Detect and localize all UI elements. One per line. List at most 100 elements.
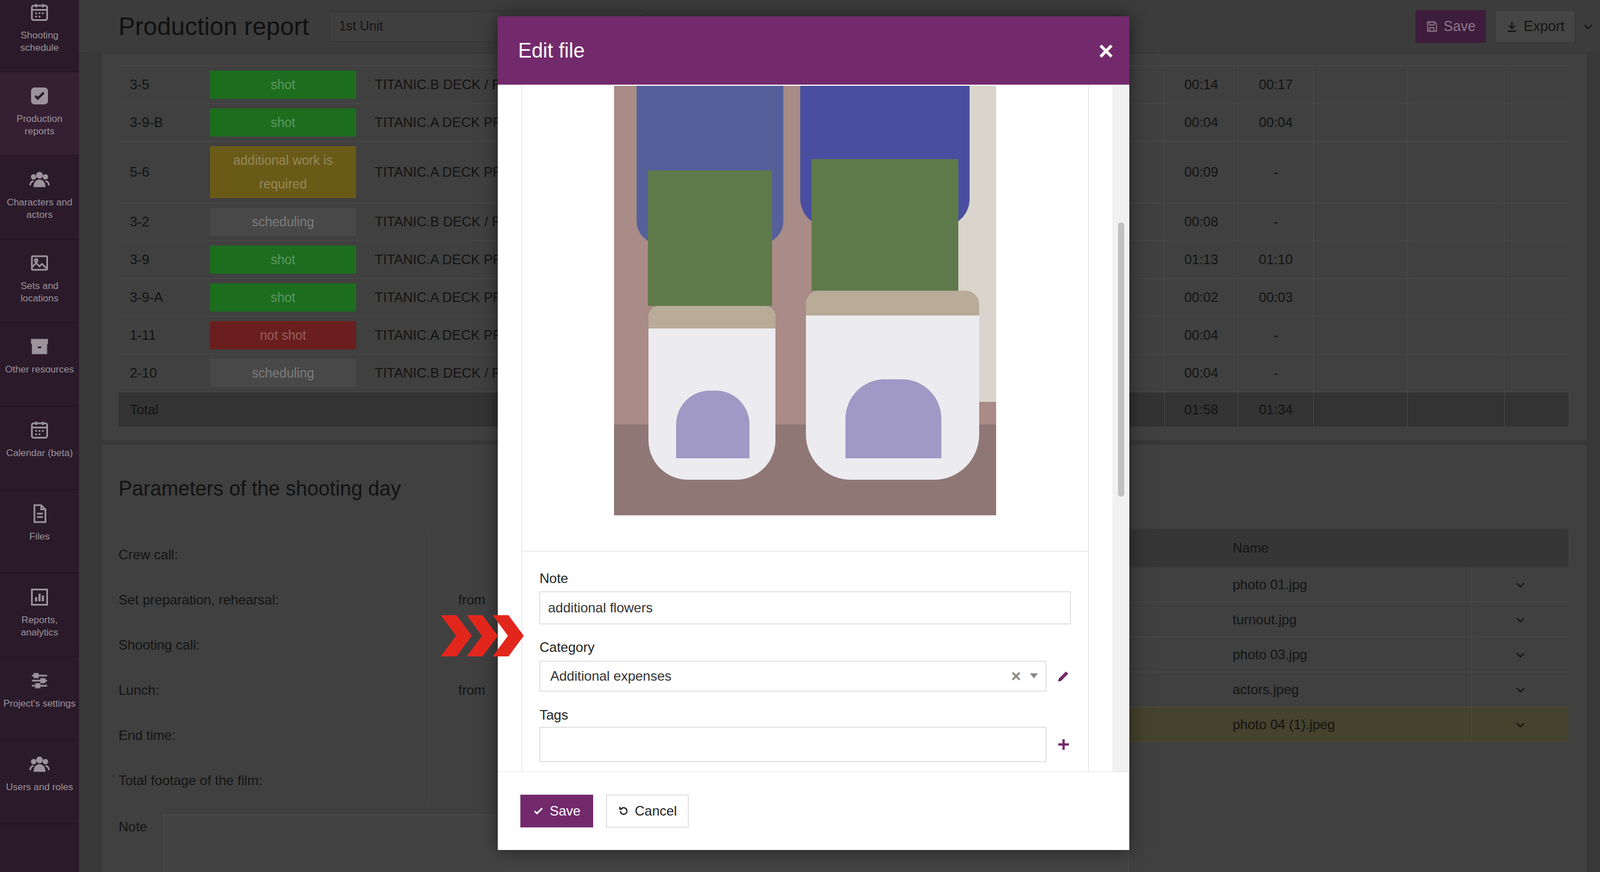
files-table: Name photo 01.jpgturnout.jpgphoto 03.jpg… xyxy=(1128,444,1569,872)
chevron-down-icon[interactable] xyxy=(1514,613,1527,626)
export-label: Export xyxy=(1523,15,1565,38)
sidebar-item[interactable]: Reports, analytics xyxy=(0,573,80,657)
modal-header: Edit file × xyxy=(497,16,1130,85)
save-button[interactable]: Save xyxy=(520,794,594,828)
sidebar: Shooting schedule Production reports Chara… xyxy=(0,0,80,872)
sidebar-label: Users and roles xyxy=(3,781,76,794)
empty-cell xyxy=(1504,392,1569,427)
file-row[interactable]: photo 01.jpg xyxy=(1128,567,1569,603)
people-icon xyxy=(29,754,50,775)
sidebar-item[interactable]: Shooting schedule xyxy=(0,0,80,73)
status-badge[interactable]: not shot xyxy=(209,321,357,350)
time-cell: 00:08 xyxy=(1164,203,1238,241)
toggle-cell xyxy=(1471,637,1569,672)
status-badge[interactable]: shot xyxy=(209,108,357,137)
status-badge[interactable]: additional work is required xyxy=(209,146,357,199)
close-button[interactable]: × xyxy=(1094,37,1117,64)
category-select[interactable]: Additional expenses × xyxy=(539,660,1047,692)
file-name: photo 01.jpg xyxy=(1219,567,1472,602)
sidebar-label: Shooting schedule xyxy=(0,29,80,55)
time-cell: 00:03 xyxy=(1237,278,1314,317)
scene-number: 2-10 xyxy=(118,362,210,384)
empty-cell xyxy=(1406,203,1505,241)
time-cell: 00:04 xyxy=(1164,103,1238,142)
toggle-cell xyxy=(1471,672,1569,707)
empty-cell xyxy=(1313,240,1407,279)
status-badge[interactable]: shot xyxy=(209,245,357,274)
sidebar-item[interactable]: Characters and actors xyxy=(0,155,80,240)
people-icon xyxy=(29,169,50,190)
scene-number: 5-6 xyxy=(118,161,210,183)
plus-icon[interactable] xyxy=(1056,737,1071,752)
empty-cell xyxy=(1504,203,1569,241)
sidebar-item[interactable]: Calendar (beta) xyxy=(0,406,80,490)
sidebar-label: Project's settings xyxy=(1,697,78,710)
time-cell: 01:58 xyxy=(1164,392,1238,427)
parameter-label: Lunch: xyxy=(118,667,430,713)
empty-cell xyxy=(1128,602,1220,637)
sidebar-label: Production reports xyxy=(0,112,80,138)
sidebar-label: Reports, analytics xyxy=(0,614,80,639)
note-label: Note xyxy=(118,814,164,872)
file-name: turnout.jpg xyxy=(1219,602,1472,637)
sidebar-item[interactable]: Users and roles xyxy=(0,740,80,824)
save-button[interactable]: Save xyxy=(1415,10,1486,43)
sidebar-item[interactable]: Files xyxy=(0,489,80,574)
empty-cell xyxy=(1504,103,1569,142)
sidebar-item[interactable]: Project's settings xyxy=(0,656,80,741)
time-cell: 00:02 xyxy=(1164,278,1238,317)
chevron-down-icon[interactable] xyxy=(1514,683,1527,696)
chevron-down-icon[interactable] xyxy=(1581,20,1595,33)
check-icon xyxy=(532,805,545,817)
scrollbar-thumb[interactable] xyxy=(1118,222,1125,497)
scene-number: 3-2 xyxy=(118,211,210,232)
download-icon xyxy=(1505,20,1519,33)
status-badge[interactable]: scheduling xyxy=(209,358,357,388)
empty-cell xyxy=(1128,567,1220,602)
cancel-button[interactable]: Cancel xyxy=(606,794,690,828)
empty-cell xyxy=(1313,203,1407,241)
time-cell: - xyxy=(1237,354,1314,392)
status-badge[interactable]: scheduling xyxy=(209,207,357,236)
category-field-label: Category xyxy=(539,639,1071,656)
sidebar-label: Sets and locations xyxy=(0,279,80,305)
floppy-icon xyxy=(1425,20,1439,33)
export-button[interactable]: Export xyxy=(1495,10,1576,43)
file-row[interactable]: photo 04 (1).jpeg xyxy=(1128,707,1569,743)
time-cell: 01:10 xyxy=(1237,240,1314,279)
tags-input[interactable] xyxy=(539,726,1047,762)
empty-cell xyxy=(1406,240,1505,279)
status-cell: scheduling xyxy=(209,354,367,392)
checkbox-icon xyxy=(29,85,50,107)
chevron-down-icon[interactable] xyxy=(1514,648,1527,661)
status-cell: scheduling xyxy=(209,203,367,241)
time-cell: - xyxy=(1237,316,1314,354)
modal-title: Edit file xyxy=(518,35,585,67)
file-row[interactable]: turnout.jpg xyxy=(1128,602,1569,638)
time-cell: 00:09 xyxy=(1164,141,1238,203)
chevron-down-icon[interactable] xyxy=(1514,718,1527,731)
empty-cell xyxy=(1406,316,1505,354)
status-badge[interactable]: shot xyxy=(209,70,357,99)
clear-button[interactable]: × xyxy=(1006,667,1026,685)
status-cell: shot xyxy=(209,278,367,317)
file-row[interactable]: photo 03.jpg xyxy=(1128,637,1569,673)
note-input[interactable] xyxy=(539,591,1071,625)
file-icon xyxy=(29,503,50,524)
tags-field-label: Tags xyxy=(539,707,1071,723)
empty-cell xyxy=(1406,392,1505,427)
sidebar-item[interactable]: Other resources xyxy=(0,322,80,407)
status-badge[interactable]: shot xyxy=(209,283,357,312)
chevron-down-icon[interactable] xyxy=(1514,578,1527,591)
caret-down-icon[interactable] xyxy=(1029,673,1038,679)
file-image xyxy=(614,85,997,516)
sidebar-item[interactable]: Sets and locations xyxy=(0,239,80,323)
file-name: actors.jpeg xyxy=(1219,672,1472,707)
sidebar-item[interactable]: Production reports xyxy=(0,72,80,156)
file-row[interactable]: actors.jpeg xyxy=(1128,672,1569,708)
chart-icon xyxy=(29,586,50,608)
file-name: photo 04 (1).jpeg xyxy=(1219,707,1472,742)
from-label: from xyxy=(429,667,486,713)
modal-scrollbar[interactable] xyxy=(1112,84,1130,772)
pencil-icon[interactable] xyxy=(1056,668,1071,684)
